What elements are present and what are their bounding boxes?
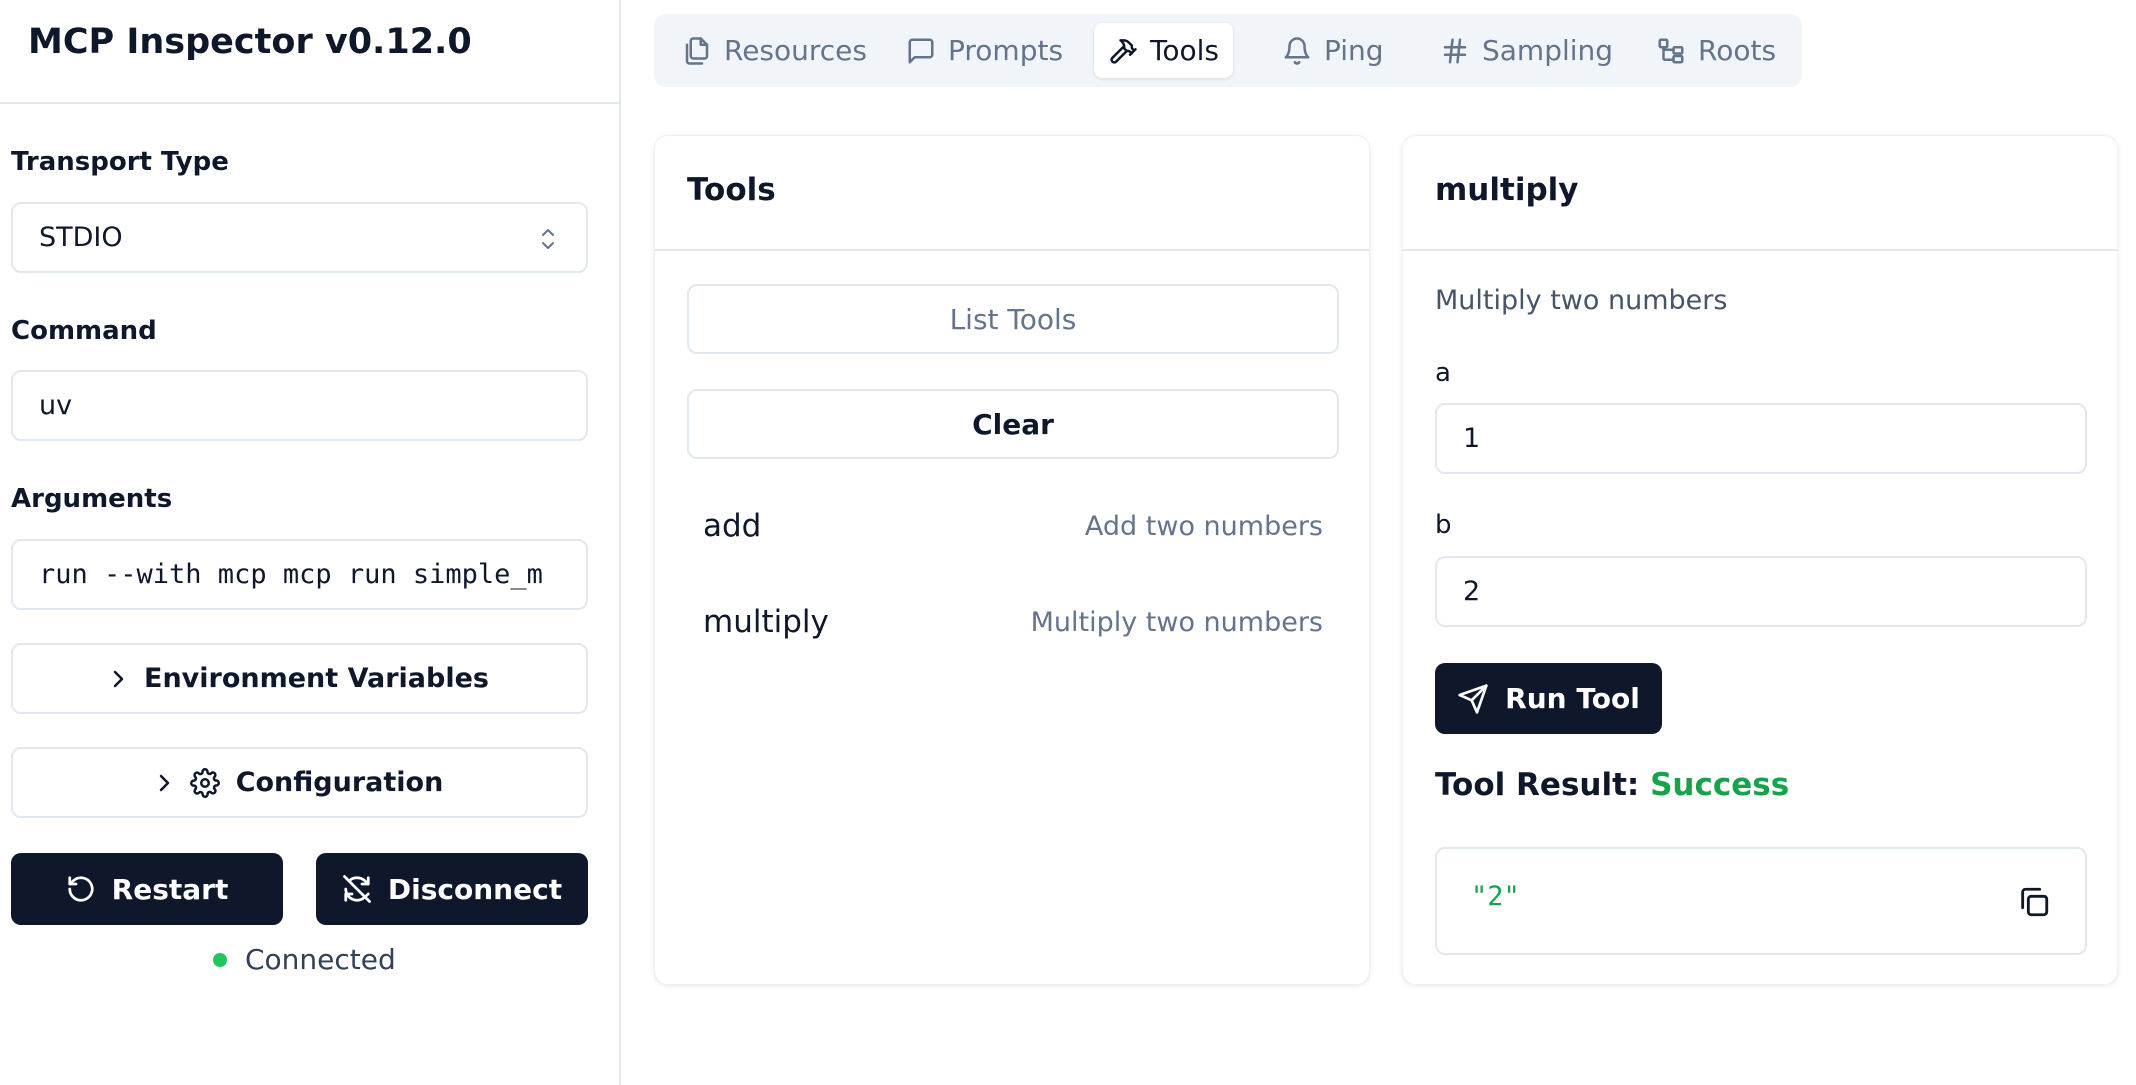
tool-result-box: "2" — [1435, 847, 2087, 955]
param-a-input[interactable]: 1 — [1435, 403, 2087, 474]
tool-item-add[interactable]: add Add two numbers — [703, 508, 1323, 544]
tab-label: Resources — [724, 34, 867, 67]
chevron-right-icon — [113, 670, 124, 687]
restart-button[interactable]: Restart — [11, 853, 283, 925]
status-text: Connected — [245, 943, 396, 976]
tool-result-heading: Tool Result: Success — [1435, 767, 1789, 803]
tab-label: Tools — [1150, 34, 1219, 67]
hash-icon — [1443, 38, 1467, 63]
tool-result-status: Success — [1650, 767, 1790, 803]
status-dot — [213, 952, 227, 967]
tool-description: Multiply two numbers — [1030, 606, 1323, 638]
tab-prompts[interactable]: Prompts — [892, 23, 1077, 78]
run-tool-label: Run Tool — [1505, 682, 1640, 715]
copy-icon[interactable] — [2017, 885, 2051, 919]
tool-name: multiply — [703, 604, 829, 640]
arguments-label: Arguments — [11, 484, 173, 514]
tools-card-title: Tools — [687, 172, 776, 208]
tab-label: Roots — [1698, 34, 1777, 67]
configuration-label: Configuration — [235, 767, 444, 798]
tool-detail-title: multiply — [1435, 172, 1579, 208]
command-label: Command — [11, 316, 157, 346]
gear-icon — [189, 767, 220, 798]
disconnect-label: Disconnect — [387, 872, 563, 906]
arguments-value: run --with mcp mcp run simple_m — [39, 559, 543, 590]
tool-detail-card: multiply Multiply two numbers a 1 b 2 Ru… — [1402, 135, 2118, 985]
transport-type-label: Transport Type — [11, 147, 229, 177]
list-tools-button[interactable]: List Tools — [687, 284, 1339, 354]
command-input[interactable]: uv — [11, 370, 588, 441]
param-b-input[interactable]: 2 — [1435, 556, 2087, 627]
transport-type-select[interactable]: STDIO — [11, 202, 588, 273]
tab-sampling[interactable]: Sampling — [1426, 23, 1627, 78]
app-title: MCP Inspector v0.12.0 — [28, 22, 472, 62]
card-divider — [655, 249, 1369, 251]
tool-name: add — [703, 508, 762, 544]
tab-label: Ping — [1324, 34, 1384, 67]
rotate-ccw-icon — [68, 876, 94, 902]
tab-roots[interactable]: Roots — [1642, 23, 1790, 78]
folder-tree-icon — [1658, 38, 1684, 63]
tab-label: Prompts — [948, 34, 1064, 67]
chevrons-up-down-icon — [542, 229, 554, 249]
tab-resources[interactable]: Resources — [668, 23, 881, 78]
environment-variables-label: Environment Variables — [144, 663, 489, 694]
restart-label: Restart — [111, 872, 229, 906]
run-tool-button[interactable]: Run Tool — [1435, 663, 1662, 734]
arguments-input[interactable]: run --with mcp mcp run simple_m — [11, 539, 588, 610]
connection-status: Connected — [213, 943, 396, 976]
tool-result-label: Tool Result: — [1435, 767, 1640, 803]
tab-label: Sampling — [1482, 34, 1614, 67]
disconnect-button[interactable]: Disconnect — [316, 853, 588, 925]
card-divider — [1403, 249, 2117, 251]
sidebar-divider — [0, 102, 619, 104]
tool-result-value: "2" — [1471, 881, 1520, 912]
sidebar: MCP Inspector v0.12.0 Transport Type STD… — [0, 0, 621, 1085]
command-value: uv — [39, 390, 73, 421]
chevron-right-icon — [159, 774, 169, 791]
param-a-label: a — [1435, 358, 1451, 388]
files-icon — [685, 36, 709, 65]
hammer-icon — [1110, 38, 1137, 64]
tab-bar: Resources Prompts Tools Ping Sampling Ro… — [654, 14, 1802, 87]
tab-ping[interactable]: Ping — [1268, 23, 1398, 78]
tool-detail-description: Multiply two numbers — [1435, 285, 1728, 316]
refresh-off-icon — [343, 875, 371, 903]
tab-tools[interactable]: Tools — [1094, 23, 1233, 78]
transport-type-value: STDIO — [39, 222, 123, 253]
bell-icon — [1284, 36, 1310, 65]
tools-card: Tools List Tools Clear add Add two numbe… — [654, 135, 1370, 985]
tool-item-multiply[interactable]: multiply Multiply two numbers — [703, 604, 1323, 640]
configuration-toggle[interactable]: Configuration — [11, 747, 588, 818]
param-b-label: b — [1435, 510, 1452, 540]
environment-variables-toggle[interactable]: Environment Variables — [11, 643, 588, 714]
message-square-icon — [908, 38, 934, 63]
send-icon — [1458, 683, 1488, 714]
tool-description: Add two numbers — [1084, 510, 1323, 542]
clear-button[interactable]: Clear — [687, 389, 1339, 459]
